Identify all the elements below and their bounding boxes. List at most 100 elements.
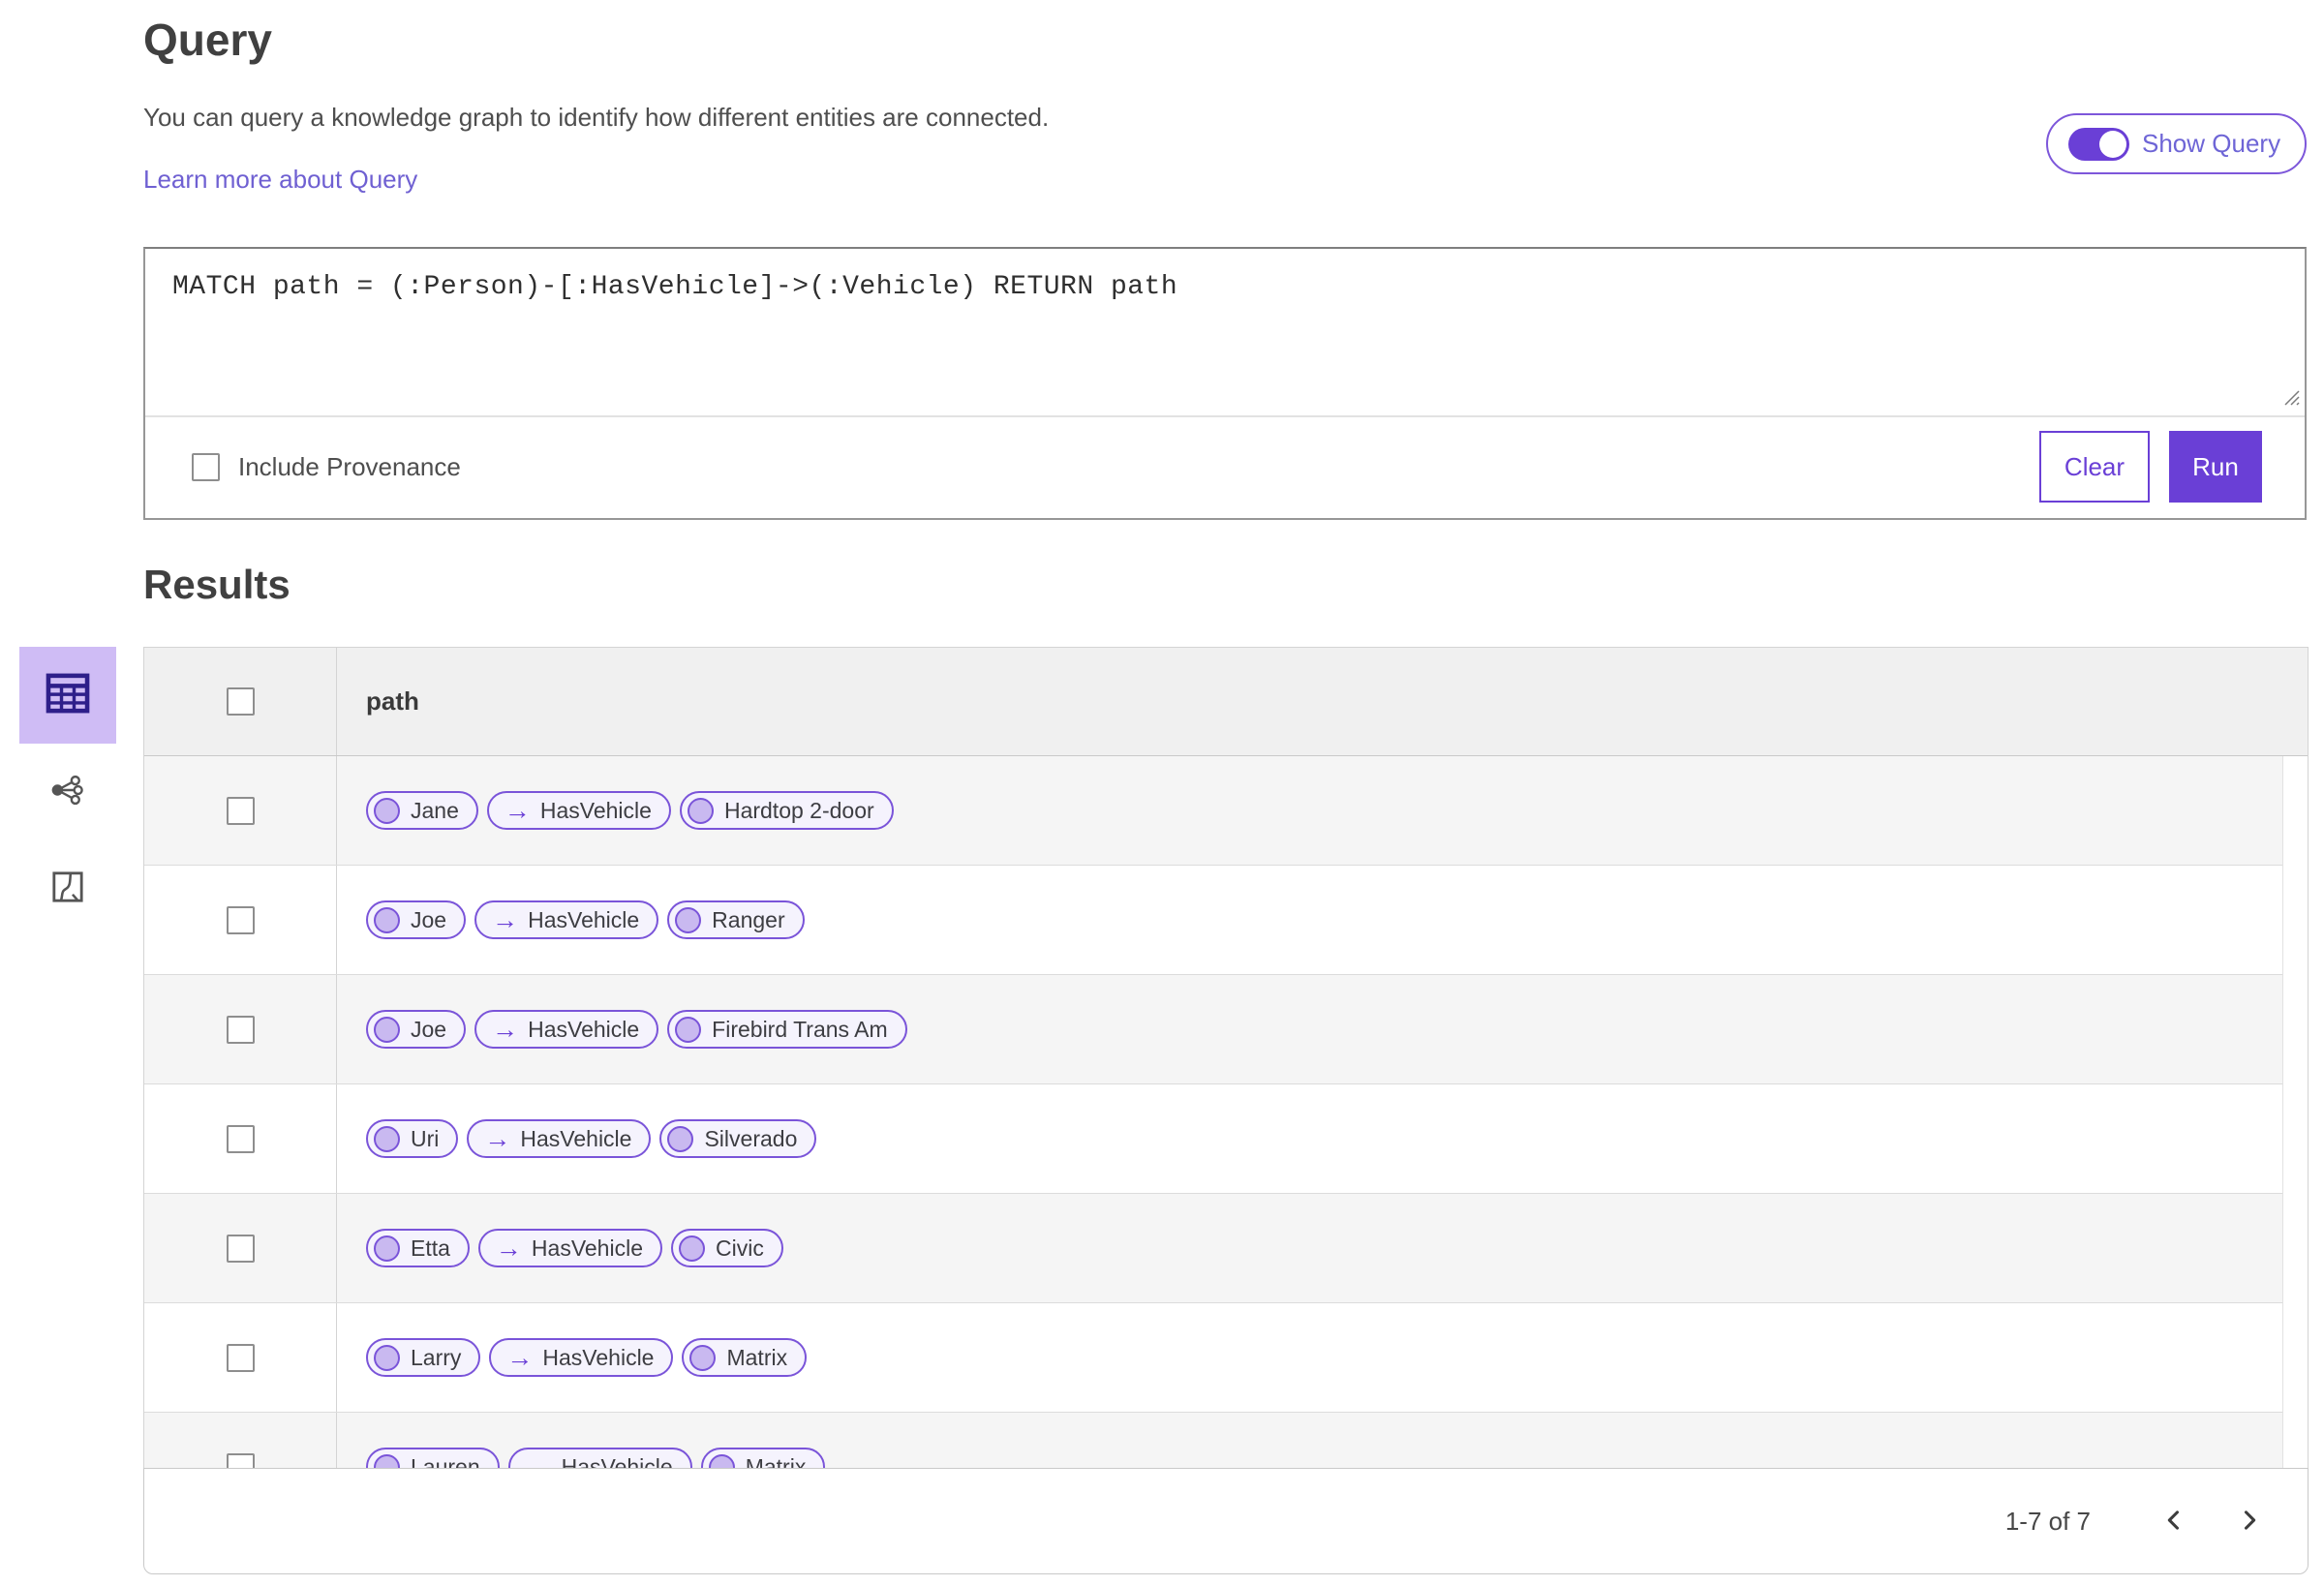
- query-textarea[interactable]: MATCH path = (:Person)-[:HasVehicle]->(:…: [145, 249, 2305, 417]
- entity-node-icon: [675, 906, 702, 933]
- entity-chip[interactable]: Jane: [366, 791, 478, 830]
- row-checkbox[interactable]: [226, 1124, 255, 1153]
- map-view-icon: [51, 870, 84, 908]
- entity-node-icon: [374, 797, 400, 824]
- arrow-right-icon: →: [492, 1014, 519, 1044]
- entity-chip[interactable]: Lauren: [366, 1448, 500, 1468]
- arrow-right-icon: →: [504, 795, 531, 825]
- results-table: path Jane → HasVehicle Hardtop 2-door Joe → Ha…: [143, 647, 2309, 1468]
- table-row: Etta → HasVehicle Civic: [144, 1194, 2308, 1303]
- entity-chip[interactable]: Uri: [366, 1119, 459, 1158]
- query-description: You can query a knowledge graph to ident…: [143, 103, 1050, 132]
- table-row: Jane → HasVehicle Hardtop 2-door: [144, 756, 2308, 866]
- chip-label: Uri: [411, 1125, 440, 1151]
- chip-label: Hardtop 2-door: [723, 797, 874, 823]
- table-body: Jane → HasVehicle Hardtop 2-door Joe → HasVehi…: [144, 756, 2308, 1468]
- include-provenance-checkbox[interactable]: [192, 452, 220, 481]
- relationship-chip[interactable]: → HasVehicle: [507, 1448, 692, 1468]
- table-view-icon: [46, 673, 90, 718]
- relationship-chip[interactable]: → HasVehicle: [474, 1010, 659, 1049]
- arrow-right-icon: →: [525, 1451, 552, 1468]
- entity-node-icon: [708, 1453, 735, 1468]
- chip-label: Matrix: [745, 1453, 807, 1469]
- entity-chip[interactable]: Etta: [366, 1229, 470, 1267]
- next-page-button[interactable]: [2220, 1492, 2278, 1550]
- pagination-bar: 1-7 of 7: [143, 1468, 2309, 1574]
- entity-chip[interactable]: Firebird Trans Am: [667, 1010, 907, 1049]
- table-row: Joe → HasVehicle Ranger: [144, 866, 2308, 975]
- chip-label: HasVehicle: [520, 1125, 632, 1151]
- clear-button[interactable]: Clear: [2039, 431, 2150, 503]
- arrow-right-icon: →: [484, 1123, 511, 1153]
- row-checkbox-cell: [144, 1194, 337, 1302]
- map-view-button[interactable]: [19, 840, 116, 937]
- chip-label: Silverado: [704, 1125, 798, 1151]
- chip-label: Civic: [716, 1235, 764, 1261]
- entity-chip[interactable]: Civic: [671, 1229, 783, 1267]
- query-editor-panel: MATCH path = (:Person)-[:HasVehicle]->(:…: [143, 247, 2307, 520]
- previous-page-button[interactable]: [2145, 1492, 2203, 1550]
- results-title: Results: [143, 562, 290, 607]
- arrow-right-icon: →: [495, 1233, 522, 1263]
- run-button[interactable]: Run: [2169, 431, 2262, 503]
- row-checkbox[interactable]: [226, 1015, 255, 1044]
- arrow-right-icon: →: [492, 904, 519, 934]
- relationship-chip[interactable]: → HasVehicle: [467, 1119, 652, 1158]
- chip-label: Jane: [411, 797, 459, 823]
- path-cell: Joe → HasVehicle Firebird Trans Am: [337, 975, 2308, 1083]
- entity-chip[interactable]: Joe: [366, 1010, 467, 1049]
- path-cell: Joe → HasVehicle Ranger: [337, 866, 2308, 974]
- relationship-chip[interactable]: → HasVehicle: [486, 791, 671, 830]
- table-view-button[interactable]: [19, 647, 116, 744]
- row-checkbox[interactable]: [226, 1234, 255, 1263]
- show-query-toggle[interactable]: Show Query: [2046, 113, 2307, 174]
- table-row: Lauren → HasVehicle Matrix: [144, 1413, 2308, 1468]
- entity-node-icon: [667, 1125, 694, 1152]
- toggle-knob: [2099, 130, 2126, 158]
- entity-node-icon: [374, 906, 400, 933]
- path-cell: Larry → HasVehicle Matrix: [337, 1303, 2308, 1412]
- row-checkbox[interactable]: [226, 796, 255, 825]
- view-switcher: [19, 647, 116, 937]
- resize-handle-icon[interactable]: [2279, 385, 2301, 412]
- toggle-label: Show Query: [2142, 129, 2281, 158]
- relationship-chip[interactable]: → HasVehicle: [489, 1338, 674, 1377]
- table-row: Uri → HasVehicle Silverado: [144, 1084, 2308, 1194]
- learn-more-link[interactable]: Learn more about Query: [143, 165, 417, 195]
- entity-chip[interactable]: Hardtop 2-door: [679, 791, 894, 830]
- query-text: MATCH path = (:Person)-[:HasVehicle]->(:…: [172, 272, 1178, 302]
- scrollbar-gutter[interactable]: [2282, 756, 2308, 1468]
- include-provenance-label: Include Provenance: [238, 451, 461, 481]
- entity-node-icon: [679, 1235, 705, 1262]
- row-checkbox-cell: [144, 1084, 337, 1193]
- select-all-checkbox[interactable]: [226, 687, 255, 716]
- page-title: Query: [143, 15, 272, 65]
- row-checkbox[interactable]: [226, 1343, 255, 1372]
- chip-label: Matrix: [726, 1344, 788, 1370]
- row-checkbox[interactable]: [226, 905, 255, 934]
- link-chart-view-button[interactable]: [19, 744, 116, 840]
- entity-chip[interactable]: Matrix: [682, 1338, 808, 1377]
- relationship-chip[interactable]: → HasVehicle: [474, 900, 659, 939]
- relationship-chip[interactable]: → HasVehicle: [477, 1229, 662, 1267]
- link-chart-view-icon: [50, 774, 85, 811]
- row-checkbox-cell: [144, 975, 337, 1083]
- entity-node-icon: [374, 1453, 400, 1468]
- entity-chip[interactable]: Matrix: [700, 1448, 826, 1469]
- row-checkbox-cell: [144, 866, 337, 974]
- entity-chip[interactable]: Silverado: [659, 1119, 817, 1158]
- chip-label: Ranger: [712, 906, 785, 932]
- chip-label: HasVehicle: [539, 797, 652, 823]
- entity-node-icon: [374, 1235, 400, 1262]
- arrow-right-icon: →: [506, 1342, 534, 1372]
- chevron-left-icon: [2160, 1507, 2187, 1537]
- entity-chip[interactable]: Ranger: [667, 900, 805, 939]
- toggle-switch-on[interactable]: [2068, 127, 2129, 161]
- entity-chip[interactable]: Larry: [366, 1338, 481, 1377]
- row-checkbox[interactable]: [226, 1452, 255, 1468]
- row-checkbox-cell: [144, 756, 337, 865]
- row-checkbox-cell: [144, 1303, 337, 1412]
- table-header-row: path: [144, 648, 2308, 756]
- entity-chip[interactable]: Joe: [366, 900, 467, 939]
- path-column-header: path: [366, 686, 419, 716]
